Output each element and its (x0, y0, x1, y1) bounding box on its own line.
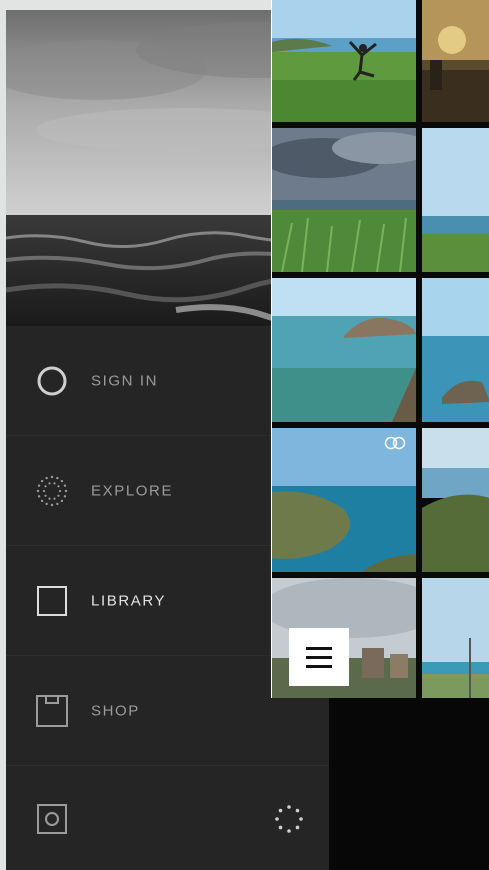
box-icon (34, 693, 70, 729)
thumbnail-rock-in-sea[interactable] (272, 278, 416, 422)
thumbnail-jumping-person[interactable] (272, 0, 416, 122)
thumbnail-rock-shore[interactable] (422, 278, 489, 422)
camera-icon[interactable] (34, 801, 70, 837)
background-black (329, 698, 489, 870)
hamburger-menu-button[interactable] (289, 628, 349, 686)
photo-library-panel (271, 0, 489, 698)
circle-icon (34, 363, 70, 399)
hamburger-line (306, 655, 332, 659)
menu-label-explore: EXPLORE (91, 482, 174, 499)
menu-label-library: LIBRARY (91, 592, 167, 609)
spinner-dots-icon[interactable] (271, 801, 307, 837)
interlocking-rings-icon (384, 436, 406, 450)
square-icon (34, 583, 70, 619)
drawer-bottom-bar (6, 766, 329, 864)
hamburger-line (306, 664, 332, 668)
thumbnail-cliff-coast[interactable] (272, 428, 416, 572)
menu-label-shop: SHOP (91, 702, 140, 719)
hamburger-line (306, 646, 332, 650)
thumbnail-blue-sky-field[interactable] (422, 128, 489, 272)
menu-label-sign-in: SIGN IN (91, 372, 159, 389)
thumbnail-hillside-sea[interactable] (422, 428, 489, 572)
thumbnail-coast-pole[interactable] (422, 578, 489, 698)
thumbnail-storm-clouds[interactable] (272, 128, 416, 272)
dotted-circle-icon (34, 473, 70, 509)
thumbnail-sunset[interactable] (422, 0, 489, 122)
